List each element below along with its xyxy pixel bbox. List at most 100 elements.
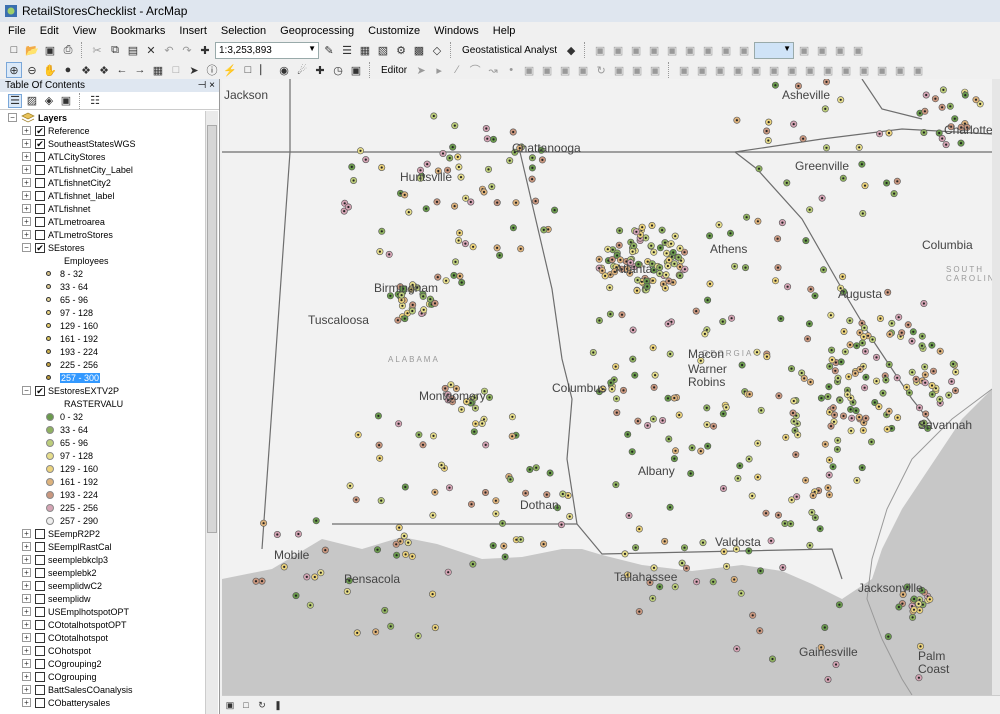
menu-view[interactable]: View (73, 25, 97, 37)
expand-icon[interactable]: + (22, 126, 31, 135)
layer-row[interactable]: + ✔ Reference (0, 124, 205, 137)
layer-visibility-checkbox[interactable]: ✔ (35, 125, 45, 136)
toc-scrollbar-thumb[interactable] (207, 125, 217, 533)
layers-root[interactable]: − Layers (0, 111, 205, 124)
collapse-icon[interactable]: − (8, 113, 17, 122)
pause-drawing-icon[interactable]: ❚ (272, 699, 284, 711)
zoom-in-icon[interactable]: ⊕ (6, 62, 22, 78)
expand-icon[interactable]: + (22, 646, 31, 655)
layer-visibility-checkbox[interactable] (35, 203, 45, 214)
menu-insert[interactable]: Insert (179, 25, 207, 37)
layer-row[interactable]: + seemplebkclp3 (0, 553, 205, 566)
add-data-icon[interactable]: ✚ (197, 42, 213, 58)
legend-class[interactable]: 257 - 290 (0, 514, 205, 527)
layer-visibility-checkbox[interactable] (35, 541, 45, 552)
layer-name[interactable]: USEmplhotspotOPT (48, 607, 129, 617)
layer-row[interactable]: + seemplebk2 (0, 566, 205, 579)
cut-icon[interactable]: ✂ (89, 42, 105, 58)
layer-name[interactable]: COhotspot (48, 646, 91, 656)
layer-name[interactable]: SEstoresEXTV2P (48, 386, 119, 396)
layout-view-icon[interactable]: □ (240, 699, 252, 711)
layer-visibility-checkbox[interactable] (35, 580, 45, 591)
layer-visibility-checkbox[interactable] (35, 697, 45, 708)
search-window-icon[interactable]: ▧ (375, 42, 391, 58)
layer-visibility-checkbox[interactable] (35, 528, 45, 539)
expand-icon[interactable]: + (22, 659, 31, 668)
menu-help[interactable]: Help (493, 25, 516, 37)
legend-class[interactable]: 65 - 96 (0, 436, 205, 449)
undo-icon[interactable]: ↶ (161, 42, 177, 58)
expand-icon[interactable]: + (22, 568, 31, 577)
legend-class[interactable]: 0 - 32 (0, 410, 205, 423)
list-by-source-icon[interactable]: ▨ (25, 94, 39, 108)
layout-zoom-in-icon[interactable]: ▣ (592, 42, 608, 58)
data-view-icon[interactable]: ▣ (224, 699, 236, 711)
layer-row[interactable]: + USEmplhotspotOPT (0, 605, 205, 618)
print-icon[interactable]: ⎙ (60, 42, 76, 58)
expand-icon[interactable]: + (22, 685, 31, 694)
layer-row[interactable]: + ATLfishnetCity_Label (0, 163, 205, 176)
layer-row[interactable]: + COtotalhotspotOPT (0, 618, 205, 631)
python-icon[interactable]: ▩ (411, 42, 427, 58)
layer-name[interactable]: BattSalesCOanalysis (48, 685, 133, 695)
layer-visibility-checkbox[interactable] (35, 645, 45, 656)
focus-data-frame-icon[interactable]: ▣ (814, 42, 830, 58)
georef-tool-icon[interactable]: ▣ (730, 62, 746, 78)
expand-icon[interactable]: + (22, 191, 31, 200)
layer-row[interactable]: + COtotalhotspot (0, 631, 205, 644)
collapse-icon[interactable]: − (22, 243, 31, 252)
layer-name[interactable]: seemplidwC2 (48, 581, 102, 591)
layer-visibility-checkbox[interactable] (35, 684, 45, 695)
georef-tool-icon[interactable]: ▣ (820, 62, 836, 78)
fixed-zoom-out-icon[interactable]: ❖ (96, 62, 112, 78)
layer-name[interactable]: SEemplRastCal (48, 542, 112, 552)
pin-icon[interactable]: ⊣ (198, 80, 207, 91)
layer-visibility-checkbox[interactable]: ✔ (35, 385, 45, 396)
layer-visibility-checkbox[interactable] (35, 229, 45, 240)
toggle-draft-mode-icon[interactable]: ▣ (796, 42, 812, 58)
find-binoculars-icon[interactable]: ◉ (276, 62, 292, 78)
georef-tool-icon[interactable]: ▣ (712, 62, 728, 78)
layer-name[interactable]: SoutheastStatesWGS (48, 139, 136, 149)
layer-row[interactable]: + COgrouping2 (0, 657, 205, 670)
list-by-selection-icon[interactable]: ▣ (59, 94, 73, 108)
georef-tool-icon[interactable]: ▣ (694, 62, 710, 78)
layer-name[interactable]: ATLCityStores (48, 152, 105, 162)
expand-icon[interactable]: + (22, 542, 31, 551)
redo-icon[interactable]: ↷ (179, 42, 195, 58)
rotate-icon[interactable]: ↻ (593, 62, 609, 78)
expand-icon[interactable]: + (22, 152, 31, 161)
fixed-zoom-in-icon[interactable]: ❖ (78, 62, 94, 78)
map-scrollbar[interactable] (992, 79, 1000, 695)
layer-visibility-checkbox[interactable] (35, 606, 45, 617)
legend-class[interactable]: 225 - 256 (0, 501, 205, 514)
open-folder-icon[interactable]: 📂 (24, 42, 40, 58)
layer-visibility-checkbox[interactable] (35, 632, 45, 643)
layer-name[interactable]: Reference (48, 126, 90, 136)
straight-segment-icon[interactable]: ∕ (449, 62, 465, 78)
layer-row[interactable]: + COhotspot (0, 644, 205, 657)
layer-visibility-checkbox[interactable] (35, 671, 45, 682)
georef-tool-icon[interactable]: ▣ (766, 62, 782, 78)
menu-windows[interactable]: Windows (434, 25, 479, 37)
create-features-icon[interactable]: ▣ (647, 62, 663, 78)
layer-name[interactable]: SEstores (48, 243, 85, 253)
end-point-arc-icon[interactable]: ⌒ (467, 62, 483, 78)
georef-tool-icon[interactable]: ▣ (856, 62, 872, 78)
georef-tool-icon[interactable]: ▣ (838, 62, 854, 78)
layer-visibility-checkbox[interactable] (35, 216, 45, 227)
toc-scrollbar[interactable] (205, 111, 218, 714)
list-by-drawing-order-icon[interactable]: ☰ (8, 93, 22, 108)
expand-icon[interactable]: + (22, 204, 31, 213)
geostatistical-analyst-menu[interactable]: Geostatistical Analyst (458, 45, 561, 56)
layer-row[interactable]: + SEemplRastCal (0, 540, 205, 553)
expand-icon[interactable]: + (22, 607, 31, 616)
layer-name[interactable]: COtotalhotspot (48, 633, 108, 643)
layout-full-extent-icon[interactable]: ▣ (646, 42, 662, 58)
pan-hand-icon[interactable]: ✋ (42, 62, 58, 78)
georef-tool-icon[interactable]: ▣ (910, 62, 926, 78)
layout-forward-icon[interactable]: ▣ (736, 42, 752, 58)
layer-name[interactable]: seemplebk2 (48, 568, 97, 578)
editor-menu[interactable]: Editor (377, 65, 411, 76)
delete-icon[interactable]: ✕ (143, 42, 159, 58)
